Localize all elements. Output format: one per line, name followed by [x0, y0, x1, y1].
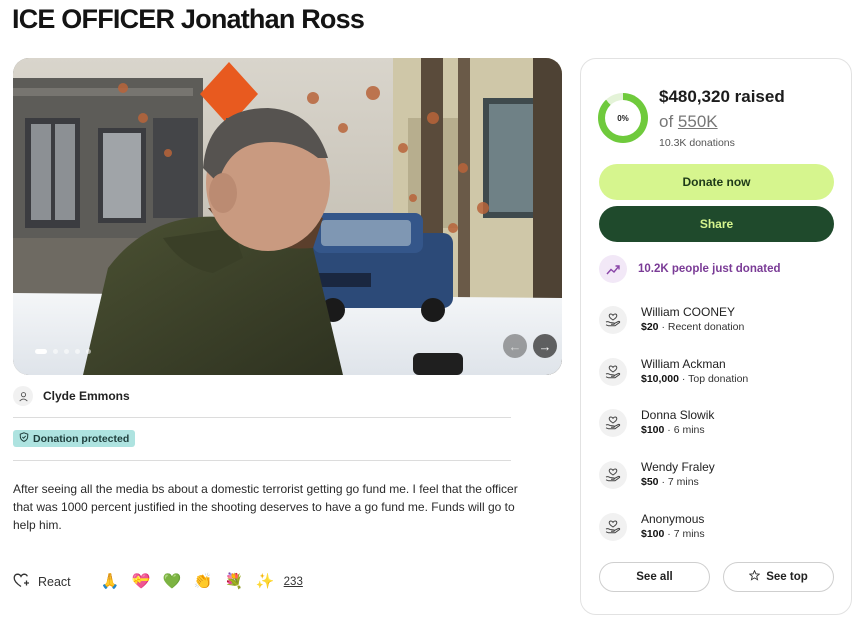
donor-amount: $10,000: [641, 373, 679, 385]
star-icon: [748, 569, 761, 584]
organizer[interactable]: Clyde Emmons: [13, 386, 130, 406]
donor-note: · 6 mins: [664, 424, 705, 436]
amount-raised: $480,320 raised: [659, 87, 785, 106]
donor-note: · Recent donation: [658, 321, 745, 333]
arrow-right-icon: →: [538, 338, 552, 354]
see-all-button[interactable]: See all: [599, 562, 710, 592]
green-heart-icon[interactable]: 💚: [163, 572, 182, 592]
donor-item: Donna Slowik $100 · 6 mins: [599, 408, 714, 438]
hand-heart-icon: [599, 461, 627, 489]
see-top-button[interactable]: See top: [723, 562, 834, 592]
donation-card: 0% $480,320 raised of 550K 10.3K donatio…: [580, 58, 852, 615]
carousel-dot[interactable]: [86, 349, 91, 354]
goal-amount: of 550K: [659, 112, 718, 132]
clapping-hands-icon[interactable]: 👏: [194, 572, 213, 592]
donor-item: William COONEY $20 · Recent donation: [599, 305, 744, 335]
progress-label: 0%: [605, 100, 641, 136]
reactions-bar: React 🙏 💝 💚 👏 💐 ✨ 233: [13, 572, 303, 592]
progress-ring: 0%: [598, 93, 648, 143]
divider: [13, 460, 511, 461]
bouquet-icon[interactable]: 💐: [225, 572, 244, 592]
carousel-prev-button[interactable]: ←: [503, 334, 527, 358]
donor-name: Wendy Fraley: [641, 460, 715, 474]
donor-meta: $50 · 7 mins: [641, 475, 715, 490]
donor-note: · 7 mins: [664, 528, 705, 540]
donor-amount: $100: [641, 528, 665, 540]
carousel-dot[interactable]: [64, 349, 69, 354]
trending-up-icon: [599, 255, 627, 283]
carousel-dots: [35, 349, 91, 354]
recent-donations-trend: 10.2K people just donated: [599, 255, 781, 283]
donor-meta: $20 · Recent donation: [641, 320, 744, 335]
carousel-dot[interactable]: [53, 349, 58, 354]
hero-photo: [13, 58, 562, 375]
donor-info: William COONEY $20 · Recent donation: [641, 305, 744, 335]
campaign-description: After seeing all the media bs about a do…: [13, 482, 518, 532]
share-button[interactable]: Share: [599, 206, 834, 242]
donor-item: Wendy Fraley $50 · 7 mins: [599, 460, 715, 490]
donor-name: Donna Slowik: [641, 408, 715, 422]
donor-info: Wendy Fraley $50 · 7 mins: [641, 460, 715, 490]
heart-with-ribbon-icon[interactable]: 💝: [132, 572, 151, 592]
donor-item: Anonymous $100 · 7 mins: [599, 512, 705, 542]
divider: [13, 417, 511, 418]
reaction-emojis: 🙏 💝 💚 👏 💐 ✨: [101, 572, 275, 592]
donor-amount: $20: [641, 321, 659, 333]
react-button[interactable]: React: [13, 573, 71, 591]
goal-value[interactable]: 550K: [678, 112, 718, 131]
donor-item: William Ackman $10,000 · Top donation: [599, 357, 748, 387]
donor-note: · 7 mins: [658, 476, 699, 488]
reaction-count[interactable]: 233: [284, 576, 303, 588]
person-icon: [13, 386, 33, 406]
donor-meta: $10,000 · Top donation: [641, 372, 748, 387]
see-top-label: See top: [766, 571, 808, 583]
arrow-left-icon: ←: [508, 338, 522, 354]
heart-plus-icon: [13, 573, 30, 591]
donor-info: William Ackman $10,000 · Top donation: [641, 357, 748, 387]
donor-amount: $100: [641, 424, 665, 436]
badge-label: Donation protected: [33, 432, 130, 445]
donor-note: · Top donation: [678, 373, 749, 385]
organizer-name[interactable]: Clyde Emmons: [43, 389, 130, 403]
donor-meta: $100 · 7 mins: [641, 527, 705, 542]
hand-heart-icon: [599, 409, 627, 437]
react-label: React: [38, 575, 71, 589]
donor-name: Anonymous: [641, 512, 705, 526]
donations-count: 10.3K donations: [659, 137, 735, 149]
shield-icon: [19, 432, 29, 445]
donor-meta: $100 · 6 mins: [641, 423, 714, 438]
donor-info: Anonymous $100 · 7 mins: [641, 512, 705, 542]
hand-heart-icon: [599, 358, 627, 386]
trend-text: 10.2K people just donated: [638, 263, 781, 275]
sparkles-icon[interactable]: ✨: [256, 572, 275, 592]
hand-heart-icon: [599, 513, 627, 541]
donor-info: Donna Slowik $100 · 6 mins: [641, 408, 714, 438]
carousel-dot[interactable]: [35, 349, 47, 354]
donor-name: William COONEY: [641, 305, 736, 319]
donate-now-button[interactable]: Donate now: [599, 164, 834, 200]
carousel-dot[interactable]: [75, 349, 80, 354]
goal-prefix: of: [659, 112, 674, 131]
donor-amount: $50: [641, 476, 659, 488]
donation-protected-badge[interactable]: Donation protected: [13, 430, 136, 447]
carousel-next-button[interactable]: →: [533, 334, 557, 358]
donor-name: William Ackman: [641, 357, 726, 371]
page-title: ICE OFFICER Jonathan Ross: [12, 4, 365, 34]
hand-heart-icon: [599, 306, 627, 334]
praying-hands-icon[interactable]: 🙏: [101, 572, 120, 592]
hero-image[interactable]: ← →: [13, 58, 562, 375]
